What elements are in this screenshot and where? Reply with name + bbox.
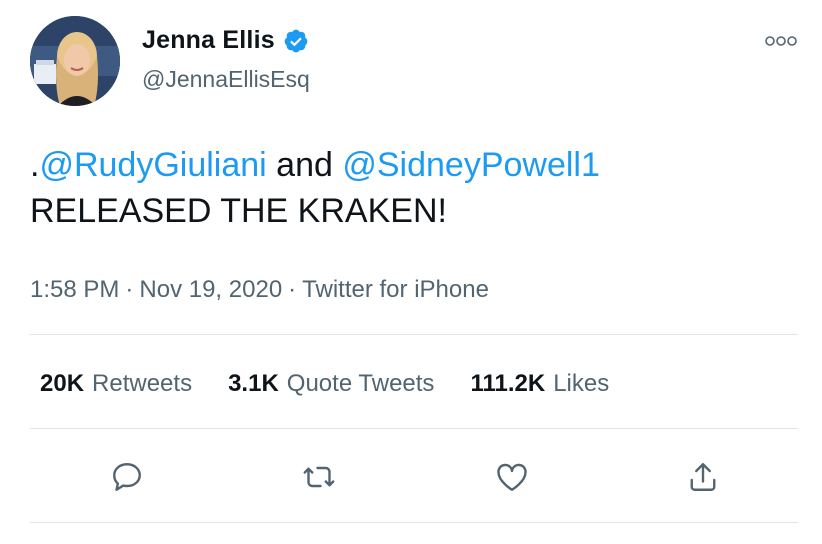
reply-button[interactable] [105, 455, 149, 499]
tweet-actions [0, 455, 822, 499]
more-options-icon[interactable] [764, 34, 798, 48]
share-button[interactable] [681, 455, 725, 499]
retweets-stat[interactable]: 20K Retweets [40, 370, 192, 398]
author-name[interactable]: Jenna Ellis [142, 26, 275, 55]
tweet-connector: and [266, 146, 343, 184]
tweet-meta: 1:58 PM · Nov 19, 2020 · Twitter for iPhone [30, 276, 489, 304]
divider [30, 522, 798, 523]
likes-count: 111.2K [470, 370, 546, 397]
like-button[interactable] [490, 455, 534, 499]
reply-icon [113, 463, 141, 491]
tweet-stats: 20K Retweets 3.1K Quote Tweets 111.2K Li… [40, 370, 609, 398]
tweet-date[interactable]: Nov 19, 2020 [139, 276, 282, 303]
retweets-count: 20K [40, 370, 85, 397]
retweet-icon [303, 466, 335, 488]
mention-rudygiuliani[interactable]: @RudyGiuliani [39, 146, 266, 184]
quote-tweets-count: 3.1K [228, 370, 279, 397]
likes-label: Likes [553, 370, 610, 397]
divider [30, 428, 798, 429]
tweet-line-2: RELEASED THE KRAKEN! [30, 192, 447, 230]
retweets-label: Retweets [92, 370, 193, 397]
tweet-text: .@RudyGiuliani and @SidneyPowell1 RELEAS… [30, 142, 600, 234]
author-name-row[interactable]: Jenna Ellis [142, 26, 309, 55]
like-icon [497, 463, 527, 491]
meta-separator: · [288, 276, 297, 303]
likes-stat[interactable]: 111.2K Likes [470, 370, 609, 398]
avatar[interactable] [30, 16, 120, 106]
meta-separator: · [125, 276, 134, 303]
tweet-line-1: .@RudyGiuliani and @SidneyPowell1 [30, 142, 600, 188]
tweet-time[interactable]: 1:58 PM [30, 276, 119, 303]
tweet-source[interactable]: Twitter for iPhone [302, 276, 489, 303]
quote-tweets-stat[interactable]: 3.1K Quote Tweets [228, 370, 434, 398]
share-icon [690, 463, 716, 491]
author-handle[interactable]: @JennaEllisEsq [142, 66, 310, 93]
verified-badge-icon [284, 29, 308, 52]
divider [30, 334, 798, 335]
quote-tweets-label: Quote Tweets [286, 370, 435, 397]
retweet-button[interactable] [297, 455, 341, 499]
mention-sidneypowell1[interactable]: @SidneyPowell1 [342, 146, 600, 184]
